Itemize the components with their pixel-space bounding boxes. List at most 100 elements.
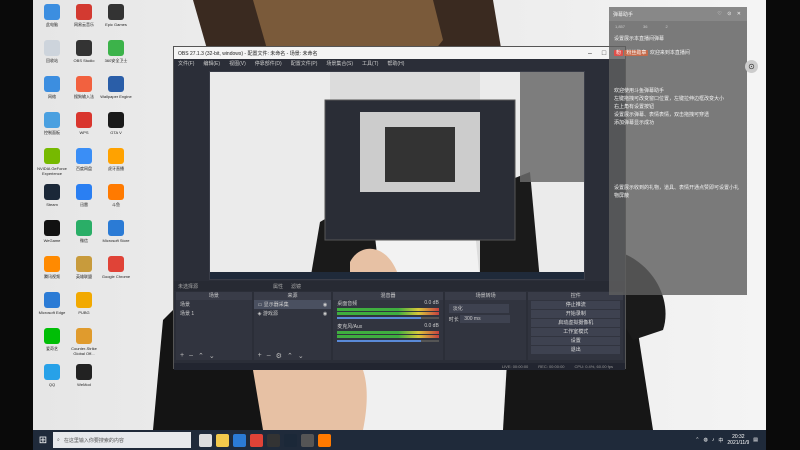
desktop-icon[interactable]: 此电脑 — [35, 4, 69, 27]
desktop-icon[interactable]: WPS — [67, 112, 101, 135]
panel-header[interactable]: 弹幕助手 ♡ ⊙ ✕ — [609, 7, 747, 21]
desktop-icon[interactable]: 360安全卫士 — [99, 40, 133, 63]
menu-edit[interactable]: 编辑(E) — [203, 60, 220, 67]
taskbar-app-douyu-icon[interactable] — [318, 433, 331, 447]
volume-slider[interactable] — [337, 317, 439, 319]
app-icon — [76, 364, 92, 380]
panel-header-icons[interactable]: ♡ ⊙ ✕ — [717, 11, 743, 17]
windows-start-icon[interactable]: ⊞ — [33, 430, 53, 450]
desktop-icon[interactable]: 腾讯视频 — [35, 256, 69, 279]
obs-preview[interactable] — [209, 71, 585, 280]
panel-tab-likes[interactable]: 2 — [665, 24, 667, 29]
stop-streaming-button[interactable]: 停止推流 — [531, 301, 620, 309]
desktop-icon[interactable]: GTA V — [99, 112, 133, 135]
taskbar-app-file-explorer-icon[interactable] — [216, 433, 229, 447]
menu-view[interactable]: 视图(V) — [229, 60, 246, 67]
desktop-icon[interactable]: Counter-Strike Global Off... — [67, 328, 101, 356]
danmaku-panel[interactable]: 弹幕助手 ♡ ⊙ ✕ 1,857 36 2 设置展示本直播间弹幕 粉 粉丝勋章 … — [609, 7, 747, 295]
source-item[interactable]: ◈ 游戏源 ◉ — [254, 309, 332, 318]
desktop-icon[interactable]: 控制面板 — [35, 112, 69, 135]
desktop-icon[interactable]: 虎牙直播 — [99, 148, 133, 171]
taskbar-app-steam-icon[interactable] — [284, 433, 297, 447]
gear-icon[interactable]: ⚙ — [276, 352, 282, 360]
taskbar-app-wegame-icon[interactable] — [267, 433, 280, 447]
down-icon[interactable]: ⌄ — [298, 352, 304, 360]
menu-scene-collection[interactable]: 场景集合(S) — [326, 60, 353, 67]
volume-slider[interactable] — [337, 340, 439, 342]
remove-icon[interactable]: – — [267, 352, 271, 359]
desktop-icon[interactable]: 斗鱼 — [99, 184, 133, 207]
scene-item[interactable]: 场景 — [176, 300, 252, 309]
studio-mode-button[interactable]: 工作室模式 — [531, 328, 620, 336]
scene-item[interactable]: 场景 1 — [176, 309, 252, 318]
down-icon[interactable]: ⌄ — [209, 352, 215, 360]
desktop-icon[interactable]: PUBG — [67, 292, 101, 315]
transition-type-select[interactable]: 淡化 — [445, 303, 527, 314]
taskbar-app-chrome-icon[interactable] — [250, 433, 263, 447]
obs-window[interactable]: OBS 27.1.3 (32-bit, windows) - 配置文件: 未命名… — [173, 46, 626, 370]
menu-docks[interactable]: 停靠部件(D) — [255, 60, 282, 67]
desktop-icon[interactable]: Microsoft Store — [99, 220, 133, 243]
menu-help[interactable]: 帮助(H) — [387, 60, 404, 67]
desktop-icon[interactable]: 百度网盘 — [67, 148, 101, 171]
desktop-icon[interactable]: 爱奇艺 — [35, 328, 69, 351]
add-icon[interactable]: + — [258, 352, 262, 359]
start-recording-button[interactable]: 开始录制 — [531, 310, 620, 318]
network-icon[interactable]: ◍ — [704, 437, 708, 443]
properties-button[interactable]: 属性 — [273, 283, 283, 290]
up-icon[interactable]: ⌃ — [287, 352, 293, 360]
desktop-icon[interactable]: WeMod — [67, 364, 101, 387]
desktop-icon[interactable]: WeGame — [35, 220, 69, 243]
settings-button[interactable]: 设置 — [531, 337, 620, 345]
desktop-icon[interactable]: 微信 — [67, 220, 101, 243]
clock[interactable]: 20:32 2021/11/9 — [727, 434, 749, 446]
virtual-camera-button[interactable]: 启动虚拟摄像机 — [531, 319, 620, 327]
desktop-icon[interactable]: NVIDIA GeForce Experience — [35, 148, 69, 176]
taskbar-search[interactable]: ⌕ 在这里输入你要搜索的内容 — [53, 432, 191, 448]
desktop-icon[interactable]: Microsoft Edge — [35, 292, 69, 315]
exit-button[interactable]: 退出 — [531, 346, 620, 354]
notification-icon[interactable]: ▤ — [753, 437, 758, 443]
add-icon[interactable]: + — [180, 352, 184, 359]
menu-file[interactable]: 文件(F) — [178, 60, 194, 67]
panel-message: 设置展示弹幕、表情表情，双击拖拽可穿透 — [614, 112, 710, 118]
taskbar-app-obs-icon[interactable] — [301, 433, 314, 447]
app-icon — [108, 112, 124, 128]
remove-icon[interactable]: – — [189, 352, 193, 359]
eye-icon[interactable]: ◉ — [323, 302, 327, 308]
menu-profile[interactable]: 配置文件(P) — [291, 60, 318, 67]
desktop-icon[interactable]: 网络 — [35, 76, 69, 99]
obs-status-bar: LIVE: 00:00:00 REC: 00:00:00 CPU: 0.4%, … — [174, 363, 625, 370]
desktop-icon[interactable]: 搜狗输入法 — [67, 76, 101, 99]
desktop-icon[interactable]: Steam — [35, 184, 69, 207]
taskbar-app-task-view-icon[interactable] — [199, 433, 212, 447]
desktop-icon[interactable]: Google Chrome — [99, 256, 133, 279]
eye-icon[interactable]: ◉ — [323, 311, 327, 317]
panel-tab-viewers[interactable]: 1,857 — [615, 24, 625, 29]
desktop-icon[interactable]: QQ — [35, 364, 69, 387]
tray-up-icon[interactable]: ⌃ — [695, 437, 699, 443]
desktop-icon[interactable]: 回收站 — [35, 40, 69, 63]
source-item[interactable]: ▭ 显示器采集 ◉ — [253, 300, 332, 309]
minimize-icon[interactable]: – — [583, 50, 597, 57]
obs-title-bar[interactable]: OBS 27.1.3 (32-bit, windows) - 配置文件: 未命名… — [174, 47, 625, 59]
desktop-icon[interactable]: Wallpaper Engine — [99, 76, 133, 99]
desktop-icon[interactable]: 迅雷 — [67, 184, 101, 207]
desktop-icon[interactable]: Epic Games — [99, 4, 133, 27]
panel-tab-gifts[interactable]: 36 — [643, 24, 647, 29]
ime-indicator[interactable]: 中 — [718, 437, 723, 444]
transition-type: 淡化 — [448, 304, 509, 313]
desktop-icon[interactable]: 网易云音乐 — [67, 4, 101, 27]
desktop-icon[interactable]: 英雄联盟 — [67, 256, 101, 279]
filters-button[interactable]: 滤镜 — [291, 283, 301, 290]
floating-toggle-icon[interactable]: ⊙ — [745, 60, 758, 73]
desktop-icon[interactable]: OBS Studio — [67, 40, 101, 63]
volume-icon[interactable]: ♪ — [712, 437, 715, 443]
menu-tools[interactable]: 工具(T) — [362, 60, 378, 67]
app-icon — [108, 220, 124, 236]
taskbar-app-edge-icon[interactable] — [233, 433, 246, 447]
panel-message: 欢迎使用斗鱼弹幕助手 — [614, 88, 665, 94]
up-icon[interactable]: ⌃ — [198, 352, 204, 360]
fan-badge: 粉 — [614, 50, 624, 56]
duration-input[interactable]: 300 ms — [460, 315, 511, 323]
